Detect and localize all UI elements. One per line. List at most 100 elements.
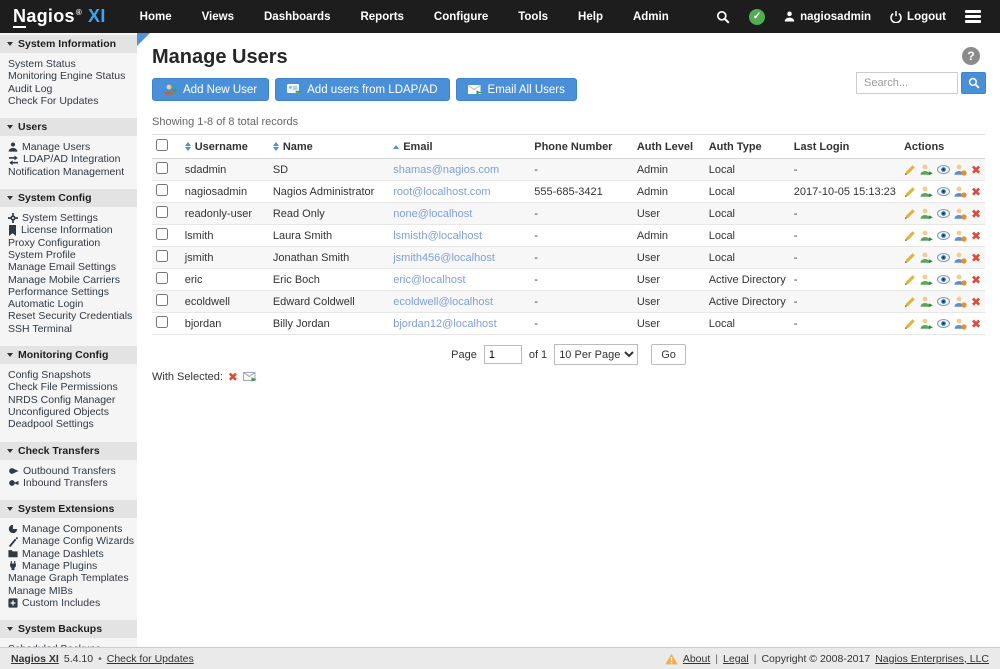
sort-icon[interactable] (273, 142, 279, 151)
sidebar-item-check-file-permissions[interactable]: Check File Permissions (8, 381, 134, 393)
sidebar-item-manage-graph-templates[interactable]: Manage Graph Templates (8, 572, 134, 584)
sidebar-item-custom-includes[interactable]: Custom Includes (8, 597, 134, 609)
search-input[interactable] (856, 72, 958, 94)
email-link[interactable]: jsmith456@localhost (393, 252, 495, 264)
edit-icon[interactable] (904, 274, 916, 286)
sidebar-item-manage-mibs[interactable]: Manage MIBs (8, 585, 134, 597)
user-permissions-icon[interactable] (954, 296, 967, 308)
search-button[interactable] (961, 72, 986, 94)
sidebar-item-system-profile[interactable]: System Profile (8, 249, 134, 261)
sidebar-item-manage-dashlets[interactable]: Manage Dashlets (8, 548, 134, 560)
footer-legal-link[interactable]: Legal (723, 653, 749, 665)
delete-icon[interactable]: ✖ (971, 318, 981, 330)
sort-asc-icon[interactable] (393, 145, 399, 149)
edit-icon[interactable] (904, 318, 916, 330)
sidebar-item-outbound-transfers[interactable]: Outbound Transfers (8, 465, 134, 477)
email-link[interactable]: none@localhost (393, 208, 472, 220)
user-permissions-icon[interactable] (954, 274, 967, 286)
user-permissions-icon[interactable] (954, 318, 967, 330)
delete-icon[interactable]: ✖ (971, 164, 981, 176)
go-button[interactable]: Go (651, 344, 686, 365)
user-permissions-icon[interactable] (954, 252, 967, 264)
edit-icon[interactable] (904, 252, 916, 264)
sidebar-item-nrds-config-manager[interactable]: NRDS Config Manager (8, 394, 134, 406)
sidebar-section-monitoring-config[interactable]: Monitoring Config (0, 346, 137, 364)
view-icon[interactable] (937, 209, 950, 218)
sidebar-collapse-toggle[interactable] (137, 33, 150, 46)
menu-item-reports[interactable]: Reports (360, 11, 403, 23)
sidebar-section-users[interactable]: Users (0, 118, 137, 136)
email-link[interactable]: ecoldwell@localhost (393, 296, 493, 308)
sidebar-section-system-information[interactable]: System Information (0, 35, 137, 53)
user-go-icon[interactable] (920, 274, 933, 286)
sidebar-item-ssh-terminal[interactable]: SSH Terminal (8, 323, 134, 335)
user-go-icon[interactable] (920, 296, 933, 308)
user-go-icon[interactable] (920, 252, 933, 264)
sidebar-item-check-for-updates[interactable]: Check For Updates (8, 95, 134, 107)
email-all-users-button[interactable]: Email All Users (456, 78, 577, 101)
footer-company-link[interactable]: Nagios Enterprises, LLC (875, 653, 989, 665)
add-new-user-button[interactable]: Add New User (152, 78, 269, 101)
row-checkbox[interactable] (156, 250, 168, 262)
menu-item-configure[interactable]: Configure (434, 11, 488, 23)
view-icon[interactable] (937, 297, 950, 306)
delete-icon[interactable]: ✖ (971, 208, 981, 220)
user-go-icon[interactable] (920, 230, 933, 242)
sort-icon[interactable] (185, 142, 191, 151)
column-header-name[interactable]: Name (269, 135, 389, 159)
view-icon[interactable] (937, 319, 950, 328)
footer-about-link[interactable]: About (683, 653, 710, 665)
delete-selected-icon[interactable]: ✖ (228, 371, 238, 383)
menu-item-dashboards[interactable]: Dashboards (264, 11, 330, 23)
view-icon[interactable] (937, 253, 950, 262)
row-checkbox[interactable] (156, 272, 168, 284)
sidebar-item-automatic-login[interactable]: Automatic Login (8, 298, 134, 310)
menu-item-home[interactable]: Home (140, 11, 172, 23)
nagios-logo[interactable]: Nagios® XI (0, 6, 122, 27)
user-go-icon[interactable] (920, 318, 933, 330)
row-checkbox[interactable] (156, 294, 168, 306)
footer-check-updates-link[interactable]: Check for Updates (107, 653, 194, 665)
sidebar-item-performance-settings[interactable]: Performance Settings (8, 286, 134, 298)
view-icon[interactable] (937, 165, 950, 174)
sidebar-item-manage-mobile-carriers[interactable]: Manage Mobile Carriers (8, 274, 134, 286)
email-link[interactable]: shamas@nagios.com (393, 164, 499, 176)
user-go-icon[interactable] (920, 208, 933, 220)
sidebar-item-config-snapshots[interactable]: Config Snapshots (8, 369, 134, 381)
email-link[interactable]: bjordan12@localhost (393, 318, 497, 330)
sidebar-section-system-extensions[interactable]: System Extensions (0, 500, 137, 518)
menu-item-help[interactable]: Help (578, 11, 603, 23)
email-selected-icon[interactable] (243, 372, 257, 382)
row-checkbox[interactable] (156, 206, 168, 218)
sidebar-item-inbound-transfers[interactable]: Inbound Transfers (8, 477, 134, 489)
email-link[interactable]: lsmisth@localhost (393, 230, 482, 242)
sidebar-item-audit-log[interactable]: Audit Log (8, 83, 134, 95)
status-ok-icon[interactable]: ✓ (749, 9, 765, 25)
delete-icon[interactable]: ✖ (971, 296, 981, 308)
view-icon[interactable] (937, 275, 950, 284)
add-users-from-ldap-button[interactable]: Add users from LDAP/AD (275, 78, 449, 101)
sidebar-item-system-settings[interactable]: System Settings (8, 212, 134, 224)
sidebar-item-reset-security-credentials[interactable]: Reset Security Credentials (8, 310, 134, 322)
sidebar-item-manage-config-wizards[interactable]: Manage Config Wizards (8, 535, 134, 547)
help-icon[interactable]: ? (962, 47, 980, 65)
select-all-checkbox[interactable] (156, 139, 168, 151)
edit-icon[interactable] (904, 164, 916, 176)
row-checkbox[interactable] (156, 316, 168, 328)
menu-item-tools[interactable]: Tools (518, 11, 548, 23)
per-page-select[interactable]: 10 Per Page (554, 344, 638, 365)
row-checkbox[interactable] (156, 228, 168, 240)
row-checkbox[interactable] (156, 162, 168, 174)
sidebar-item-monitoring-engine-status[interactable]: Monitoring Engine Status (8, 70, 134, 82)
edit-icon[interactable] (904, 296, 916, 308)
sidebar-item-manage-users[interactable]: Manage Users (8, 141, 134, 153)
sidebar-item-license-information[interactable]: License Information (8, 224, 134, 236)
sidebar-item-manage-plugins[interactable]: Manage Plugins (8, 560, 134, 572)
delete-icon[interactable]: ✖ (971, 230, 981, 242)
edit-icon[interactable] (904, 230, 916, 242)
sidebar-section-system-backups[interactable]: System Backups (0, 620, 137, 638)
user-permissions-icon[interactable] (954, 164, 967, 176)
sidebar-item-notification-management[interactable]: Notification Management (8, 166, 134, 178)
column-header-username[interactable]: Username (181, 135, 269, 159)
sidebar-item-unconfigured-objects[interactable]: Unconfigured Objects (8, 406, 134, 418)
